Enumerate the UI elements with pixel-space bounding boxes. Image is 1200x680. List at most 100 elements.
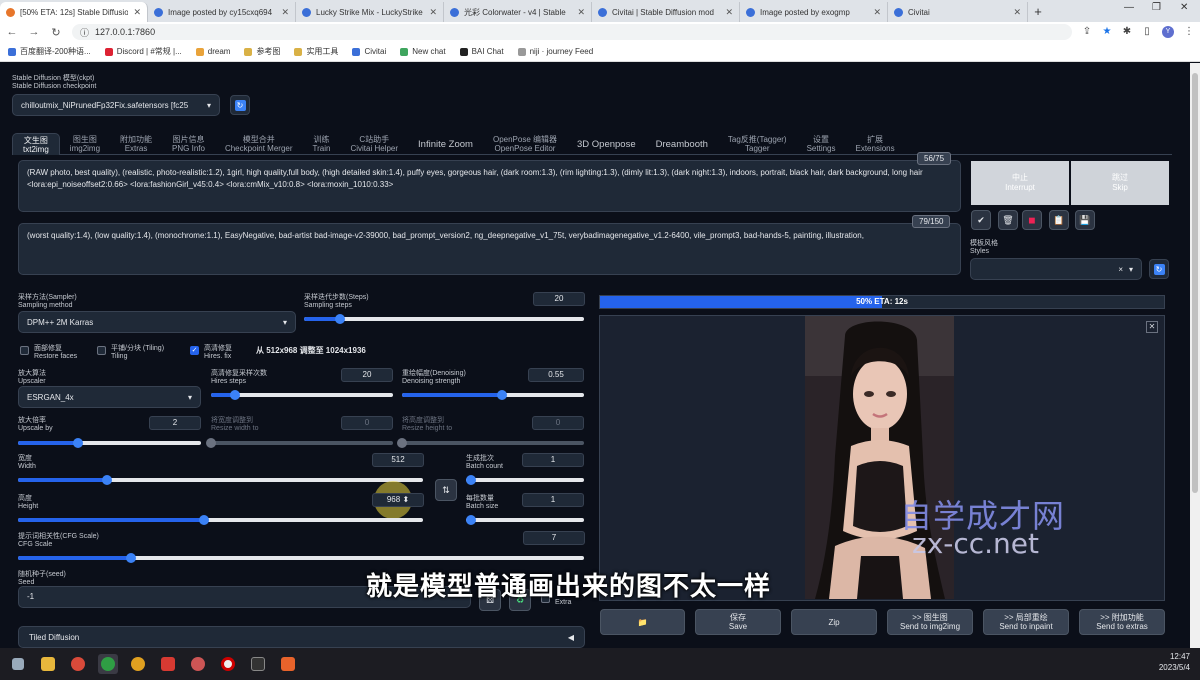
bookmark-item[interactable]: Discord | #常规 |... [104, 46, 182, 57]
tab-settings[interactable]: 设置 Settings [797, 133, 846, 155]
share-icon[interactable]: ⇪ [1082, 27, 1092, 37]
slider-thumb[interactable] [199, 515, 210, 525]
hires-steps-slider[interactable] [211, 390, 393, 400]
styles-select[interactable]: × ▾ [970, 258, 1142, 280]
height-input[interactable]: 968 ⬍ [372, 493, 424, 507]
resize-height-slider[interactable] [397, 438, 584, 448]
slider-thumb[interactable] [466, 475, 476, 485]
skip-button[interactable]: 跳过 Skip [1071, 161, 1169, 205]
close-icon[interactable]: ✕ [577, 7, 585, 18]
browser-tab-5[interactable]: Image posted by exogmp ✕ [740, 2, 888, 22]
bookmark-item[interactable]: 百度翻译-200种语... [8, 46, 91, 57]
upscaler-select[interactable]: ESRGAN_4x ▾ [18, 386, 201, 408]
width-slider[interactable] [18, 475, 423, 485]
resize-height-input[interactable]: 0 [532, 416, 584, 430]
close-icon[interactable]: ✕ [873, 7, 881, 18]
close-icon[interactable]: ✕ [725, 7, 733, 18]
forward-icon[interactable]: → [28, 26, 40, 38]
bookmark-folder[interactable]: 实用工具 [294, 46, 338, 57]
profile-avatar[interactable]: Y [1162, 26, 1174, 38]
bookmark-item[interactable]: Civitai [352, 47, 386, 56]
cfg-scale-slider[interactable] [18, 553, 584, 563]
hires-steps-input[interactable]: 20 [341, 368, 393, 382]
sidepanel-icon[interactable]: ▯ [1142, 27, 1152, 37]
send-to-inpaint-button[interactable]: >> 局部重绘 Send to inpaint [983, 609, 1069, 635]
apply-style-button[interactable]: 📋 [1049, 210, 1069, 230]
tab-extensions[interactable]: 扩展 Extensions [846, 133, 905, 155]
tiling-checkbox[interactable]: 平铺/分块 (Tiling) Tiling [97, 345, 164, 361]
interrupt-button[interactable]: 中止 Interrupt [971, 161, 1069, 205]
maximize-icon[interactable]: ❐ [1152, 2, 1161, 13]
clear-prompt-button[interactable]: 🗑 [998, 210, 1018, 230]
bookmark-item[interactable]: dream [195, 47, 230, 56]
cfg-scale-input[interactable]: 7 [523, 531, 585, 545]
tab-civitai-helper[interactable]: C站助手 Civitai Helper [340, 133, 408, 155]
clear-icon[interactable]: × [1118, 265, 1123, 274]
tab-txt2img[interactable]: 文生图 txt2img [12, 133, 60, 155]
resize-width-slider[interactable] [206, 438, 393, 448]
app-icon[interactable] [188, 654, 208, 674]
tab-3d-openpose[interactable]: 3D Openpose [567, 133, 646, 155]
prompt-input[interactable]: (RAW photo, best quality), (realistic, p… [18, 160, 961, 212]
close-icon[interactable]: ✕ [429, 7, 437, 18]
sampling-steps-input[interactable]: 20 [533, 292, 585, 306]
resize-width-input[interactable]: 0 [341, 416, 393, 430]
browser-tab-1[interactable]: Image posted by cy15cxq694 ✕ [148, 2, 296, 22]
restore-faces-checkbox[interactable]: 面部修复 Restore faces [20, 345, 77, 361]
slider-thumb[interactable] [497, 390, 508, 400]
tab-dreambooth[interactable]: Dreambooth [646, 133, 718, 155]
batch-size-slider[interactable] [466, 515, 584, 525]
tab-openpose-editor[interactable]: OpenPose 编辑器 OpenPose Editor [483, 133, 567, 155]
menu-icon[interactable]: ⋮ [1184, 27, 1194, 37]
new-tab-button[interactable]: + [1028, 2, 1048, 22]
batch-size-input[interactable]: 1 [522, 493, 584, 507]
tab-png-info[interactable]: 图片信息 PNG Info [162, 133, 215, 155]
player-icon[interactable] [278, 654, 298, 674]
close-icon[interactable]: ✕ [133, 7, 141, 18]
bookmark-item[interactable]: BAI Chat [459, 47, 504, 56]
bookmark-item[interactable]: niji · journey Feed [517, 47, 593, 56]
batch-count-slider[interactable] [466, 475, 584, 485]
slider-thumb[interactable] [466, 515, 476, 525]
refresh-checkpoint-button[interactable]: ↻ [230, 95, 250, 115]
file-explorer-icon[interactable] [38, 654, 58, 674]
browser-tab-0[interactable]: [50% ETA: 12s] Stable Diffusio ✕ [0, 2, 148, 22]
save-style-button[interactable]: 💾 [1075, 210, 1095, 230]
upscale-by-slider[interactable] [18, 438, 201, 448]
extra-networks-button[interactable]: ◼ [1022, 210, 1042, 230]
bookmark-folder[interactable]: 参考图 [244, 46, 280, 57]
slider-thumb[interactable] [73, 438, 84, 448]
minimize-icon[interactable]: — [1124, 2, 1134, 13]
slider-thumb[interactable] [229, 390, 240, 400]
tab-extras[interactable]: 附加功能 Extras [110, 133, 162, 155]
read-params-button[interactable]: ✔ [971, 210, 991, 230]
width-input[interactable]: 512 [372, 453, 424, 467]
bookmark-item[interactable]: New chat [400, 47, 446, 56]
tiled-diffusion-accordion[interactable]: Tiled Diffusion ◀ [18, 626, 585, 648]
slider-thumb[interactable] [397, 438, 407, 448]
refresh-styles-button[interactable]: ↻ [1149, 259, 1169, 279]
checkpoint-select[interactable]: chilloutmix_NiPrunedFp32Fix.safetensors … [12, 94, 220, 116]
send-to-extras-button[interactable]: >> 附加功能 Send to extras [1079, 609, 1165, 635]
sampling-method-select[interactable]: DPM++ 2M Karras ▾ [18, 311, 296, 333]
tab-img2img[interactable]: 图生图 img2img [60, 133, 110, 155]
tab-tagger[interactable]: Tag反推(Tagger) Tagger [718, 133, 797, 155]
record-icon[interactable] [218, 654, 238, 674]
negative-prompt-input[interactable]: (worst quality:1.4), (low quality:1.4), … [18, 223, 961, 275]
tab-train[interactable]: 训练 Train [303, 133, 341, 155]
browser-tab-3[interactable]: 光彩 Colorwater - v4 | Stable ✕ [444, 2, 592, 22]
denoising-input[interactable]: 0.55 [528, 368, 584, 382]
bookmark-star-icon[interactable]: ★ [1102, 27, 1112, 37]
slider-thumb[interactable] [335, 314, 346, 324]
wps-icon[interactable] [158, 654, 178, 674]
browser-tab-4[interactable]: Civitai | Stable Diffusion mod ✕ [592, 2, 740, 22]
slider-thumb[interactable] [126, 553, 137, 563]
close-icon[interactable]: ✕ [1146, 321, 1158, 333]
chrome-alt-icon[interactable] [128, 654, 148, 674]
close-window-icon[interactable]: ✕ [1180, 2, 1188, 13]
hires-fix-checkbox[interactable]: ✓ 高清修复 Hires. fix [190, 345, 232, 361]
upscale-by-input[interactable]: 2 [149, 416, 201, 430]
url-field[interactable]: ⓘ 127.0.0.1:7860 [72, 24, 1072, 40]
browser-tab-6[interactable]: Civitai ✕ [888, 2, 1028, 22]
browser-tab-2[interactable]: Lucky Strike Mix - LuckyStrike ✕ [296, 2, 444, 22]
